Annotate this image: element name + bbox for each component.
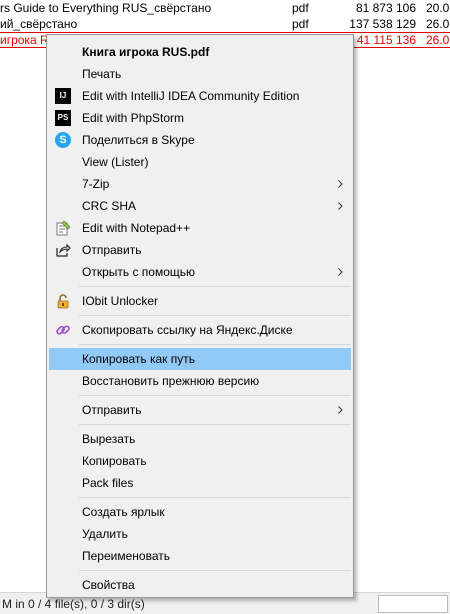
status-field xyxy=(378,595,448,613)
menu-item-pack-files[interactable]: Pack files xyxy=(49,472,351,494)
menu-item-yandex-disk-link[interactable]: Скопировать ссылку на Яндекс.Диске xyxy=(49,319,351,341)
menu-separator xyxy=(79,497,351,498)
menu-separator xyxy=(79,286,351,287)
file-date: 20.0 xyxy=(426,1,450,15)
menu-item-restore-previous-version[interactable]: Восстановить прежнюю версию xyxy=(49,370,351,392)
menu-item-delete[interactable]: Удалить xyxy=(49,523,351,545)
menu-separator xyxy=(79,344,351,345)
menu-item-label: Создать ярлык xyxy=(82,505,165,519)
menu-separator xyxy=(79,424,351,425)
menu-separator xyxy=(79,570,351,571)
menu-item-copy-as-path[interactable]: Копировать как путь xyxy=(49,348,351,370)
menu-item-print[interactable]: Печать xyxy=(49,63,351,85)
file-name: rs Guide to Everything RUS_свёрстано xyxy=(0,1,212,15)
menu-item-label: Открыть с помощью xyxy=(82,265,196,279)
unlocker-icon xyxy=(57,294,69,309)
chevron-right-icon xyxy=(338,180,343,188)
menu-item-label: IObit Unlocker xyxy=(82,294,159,308)
file-name: ий_свёрстано xyxy=(0,17,78,31)
menu-item-crc-sha[interactable]: CRC SHA xyxy=(49,195,351,217)
menu-item-label: Скопировать ссылку на Яндекс.Диске xyxy=(82,323,293,337)
menu-item-view-lister[interactable]: View (Lister) xyxy=(49,151,351,173)
menu-separator xyxy=(79,395,351,396)
menu-item-label: Поделиться в Skype xyxy=(82,133,195,147)
menu-item-label: Копировать xyxy=(82,454,147,468)
menu-item-create-shortcut[interactable]: Создать ярлык xyxy=(49,501,351,523)
menu-item-label: Edit with PhpStorm xyxy=(82,111,185,125)
menu-item-label: View (Lister) xyxy=(82,155,149,169)
menu-separator xyxy=(79,315,351,316)
file-row[interactable]: ий_свёрстано pdf 137 538 129 26.0 xyxy=(0,16,450,32)
chevron-right-icon xyxy=(338,268,343,276)
phpstorm-icon: PS xyxy=(55,110,71,126)
file-date: 26.0 xyxy=(426,17,450,31)
menu-item-share-skype[interactable]: S Поделиться в Skype xyxy=(49,129,351,151)
menu-item-label: 7-Zip xyxy=(82,177,110,191)
share-icon xyxy=(56,243,71,257)
menu-item-share[interactable]: Отправить xyxy=(49,239,351,261)
menu-item-send-to[interactable]: Отправить xyxy=(49,399,351,421)
menu-item-rename[interactable]: Переименовать xyxy=(49,545,351,567)
menu-item-edit-intellij[interactable]: IJ Edit with IntelliJ IDEA Community Edi… xyxy=(49,85,351,107)
menu-item-cut[interactable]: Вырезать xyxy=(49,428,351,450)
status-text: M in 0 / 4 file(s), 0 / 3 dir(s) xyxy=(2,597,145,611)
menu-item-copy[interactable]: Копировать xyxy=(49,450,351,472)
file-ext: pdf xyxy=(292,1,309,15)
menu-item-label: Восстановить прежнюю версию xyxy=(82,374,260,388)
file-date: 26.0 xyxy=(426,33,450,47)
menu-item-label: Книга игрока RUS.pdf xyxy=(82,45,210,59)
menu-item-edit-phpstorm[interactable]: PS Edit with PhpStorm xyxy=(49,107,351,129)
menu-item-file-title[interactable]: Книга игрока RUS.pdf xyxy=(49,41,351,63)
menu-item-label: Edit with Notepad++ xyxy=(82,221,191,235)
menu-item-label: Копировать как путь xyxy=(82,352,195,366)
menu-item-iobit-unlocker[interactable]: IObit Unlocker xyxy=(49,290,351,312)
file-ext: pdf xyxy=(292,17,309,31)
menu-item-label: Отправить xyxy=(82,243,142,257)
menu-item-label: Edit with IntelliJ IDEA Community Editio… xyxy=(82,89,300,103)
notepad-plus-plus-icon xyxy=(56,220,71,236)
menu-item-label: Вырезать xyxy=(82,432,136,446)
chevron-right-icon xyxy=(338,202,343,210)
menu-item-open-with[interactable]: Открыть с помощью xyxy=(49,261,351,283)
menu-item-label: Печать xyxy=(82,67,122,81)
menu-item-properties[interactable]: Свойства xyxy=(49,574,351,596)
menu-item-label: Удалить xyxy=(82,527,128,541)
chevron-right-icon xyxy=(338,406,343,414)
file-size: 137 538 129 xyxy=(349,17,416,31)
menu-item-label: Свойства xyxy=(82,578,135,592)
link-icon xyxy=(56,325,70,335)
file-row[interactable]: rs Guide to Everything RUS_свёрстано pdf… xyxy=(0,0,450,16)
menu-item-label: CRC SHA xyxy=(82,199,137,213)
context-menu: Книга игрока RUS.pdf Печать IJ Edit with… xyxy=(46,34,354,598)
menu-item-label: Отправить xyxy=(82,403,142,417)
menu-item-edit-notepadpp[interactable]: Edit with Notepad++ xyxy=(49,217,351,239)
menu-item-label: Pack files xyxy=(82,476,134,490)
file-size: 81 873 106 xyxy=(355,1,416,15)
skype-icon: S xyxy=(55,132,71,148)
intellij-idea-icon: IJ xyxy=(55,88,71,104)
menu-item-7zip[interactable]: 7-Zip xyxy=(49,173,351,195)
menu-item-label: Переименовать xyxy=(82,549,170,563)
